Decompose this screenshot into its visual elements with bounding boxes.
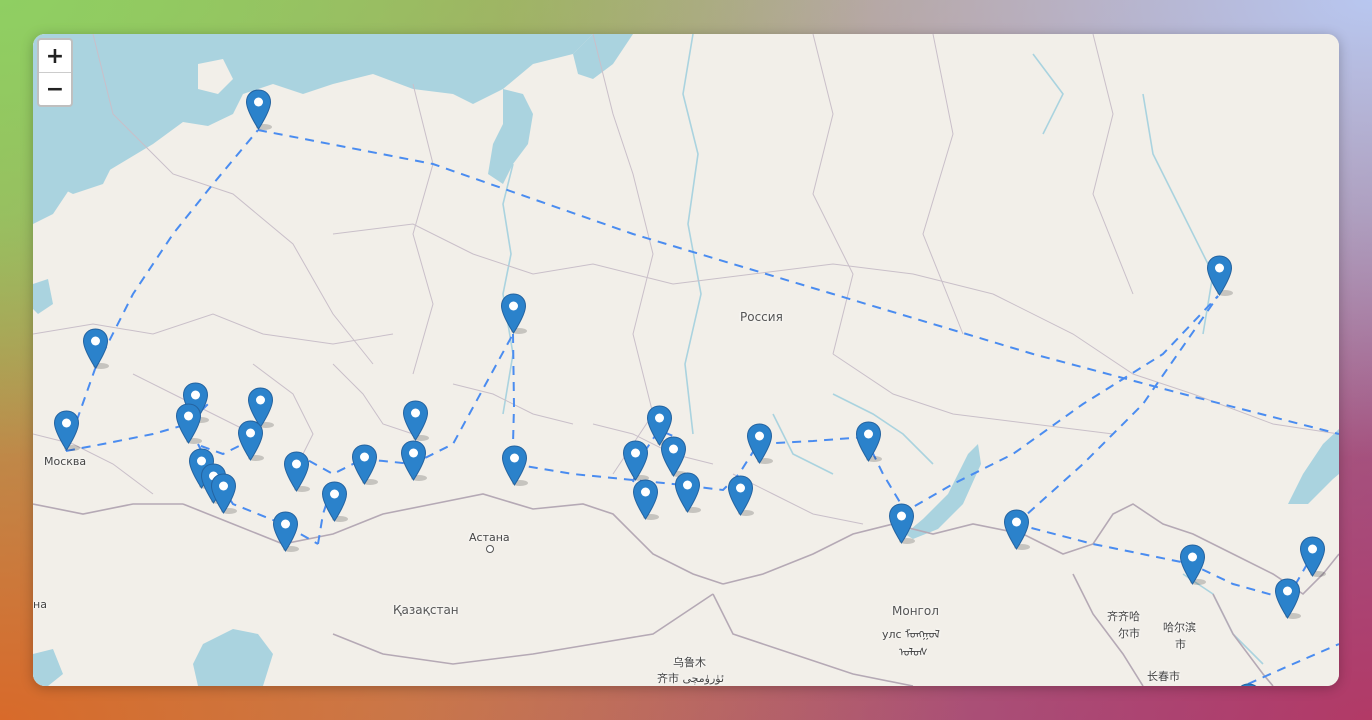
map-pin-icon[interactable] — [210, 473, 237, 514]
map-pin-icon[interactable] — [888, 503, 915, 544]
map-pin-icon[interactable] — [245, 89, 272, 130]
label-qiqihar-2: 尔市 — [1118, 627, 1140, 640]
label-kazakhstan: Қазақстан — [393, 603, 459, 617]
label-astana: Астана — [469, 531, 510, 544]
map-pin-icon[interactable] — [1003, 509, 1030, 550]
map-pin-icon[interactable] — [175, 403, 202, 444]
route-line — [512, 333, 516, 445]
map-pin-icon[interactable] — [746, 423, 773, 464]
zoom-control: + − — [37, 38, 73, 107]
label-mongolia-2: улс ᠮᠣᠩᠭᠣᠯ — [882, 628, 940, 641]
label-russia: Россия — [740, 310, 783, 324]
map-pin-icon[interactable] — [622, 440, 649, 481]
route-line — [94, 129, 259, 370]
map-pin-icon[interactable] — [660, 436, 687, 477]
map-pin-icon[interactable] — [1206, 255, 1233, 296]
label-harbin-1: 哈尔滨 — [1163, 621, 1196, 634]
route-line — [1015, 523, 1288, 600]
label-moscow: Москва — [44, 455, 87, 468]
label-mongolia-3: ᠤᠯᠤᠰ — [899, 646, 928, 659]
map-pin-icon[interactable] — [1274, 578, 1301, 619]
map-pin-icon[interactable] — [501, 445, 528, 486]
route-line — [900, 295, 1219, 515]
route-line — [1247, 643, 1339, 685]
map-pin-icon[interactable] — [321, 481, 348, 522]
map-pin-icon[interactable] — [272, 511, 299, 552]
map-pin-icon[interactable] — [283, 451, 310, 492]
label-urumqi-1: 乌鲁木 — [673, 656, 706, 669]
map-pin-icon[interactable] — [1179, 544, 1206, 585]
map-pin-icon[interactable] — [674, 472, 701, 513]
map-pin-icon[interactable] — [400, 440, 427, 481]
zoom-out-button[interactable]: − — [39, 72, 71, 105]
route-line — [1015, 295, 1219, 525]
map-pin-icon[interactable] — [237, 420, 264, 461]
map-pin-icon[interactable] — [855, 421, 882, 462]
label-mongolia-1: Монгол — [892, 604, 939, 618]
label-changchun: 长春市 — [1147, 670, 1180, 683]
label-qiqihar-1: 齐齐哈 — [1107, 610, 1140, 623]
route-lines — [65, 129, 1339, 685]
label-edge-left: на — [33, 598, 47, 611]
map-container[interactable]: Москва Россия Астана Қазақстан Монгол ул… — [33, 34, 1339, 686]
label-urumqi-2: 齐市 ئۈرۈمچى — [657, 672, 725, 685]
map-pin-icon[interactable] — [1235, 683, 1262, 686]
map-pin-icon[interactable] — [402, 400, 429, 441]
label-harbin-2: 市 — [1175, 638, 1186, 651]
map-pin-icon[interactable] — [53, 410, 80, 451]
map-pin-icon[interactable] — [351, 444, 378, 485]
map-pin-icon[interactable] — [1299, 536, 1326, 577]
route-line — [362, 333, 514, 466]
zoom-in-button[interactable]: + — [39, 40, 71, 72]
map-pin-icon[interactable] — [82, 328, 109, 369]
astana-marker-dot — [486, 545, 494, 553]
map-pin-icon[interactable] — [500, 293, 527, 334]
map-pin-icon[interactable] — [632, 479, 659, 520]
route-line — [257, 129, 1339, 435]
map-pin-icon[interactable] — [727, 475, 754, 516]
